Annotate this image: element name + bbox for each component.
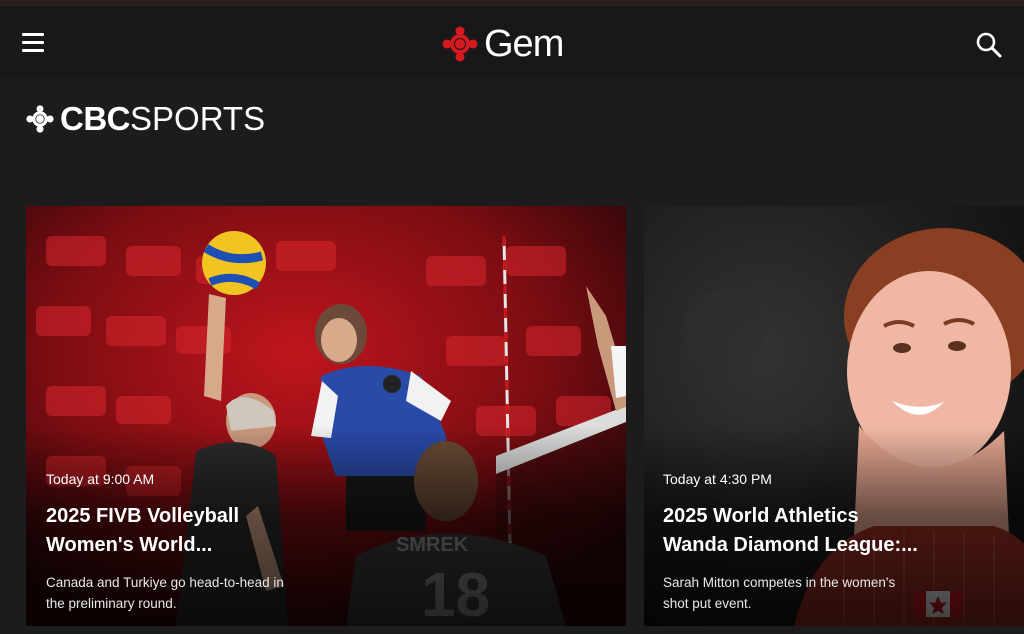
event-title[interactable]: 2025 FIVB Volleyball Women's World... (46, 502, 346, 560)
brand-sports-text: SPORTS (130, 100, 266, 137)
card-info: Today at 9:00 AM 2025 FIVB Volleyball Wo… (46, 470, 346, 614)
brand-cbc-text: CBC (60, 100, 131, 137)
gem-logo[interactable]: Gem (442, 20, 564, 68)
event-card-volleyball[interactable]: SMREK 18 Today at 9:00 AM 2025 FIVB Voll… (26, 206, 626, 626)
event-description-line1: Sarah Mitton competes in the women's (663, 575, 896, 590)
event-card-athletics[interactable]: Today at 4:30 PM 2025 World Athletics Wa… (644, 206, 1024, 626)
search-icon[interactable] (974, 30, 1004, 60)
hamburger-menu-icon[interactable] (20, 30, 50, 54)
cbc-sports-logo[interactable]: CBC SPORTS (26, 98, 265, 140)
event-title[interactable]: 2025 World Athletics Wanda Diamond Leagu… (663, 502, 963, 560)
event-description: Sarah Mitton competes in the women's sho… (663, 572, 963, 614)
cbc-gem-white-icon (26, 105, 54, 133)
event-title-line1: 2025 FIVB Volleyball (46, 505, 240, 527)
event-description-line1: Canada and Turkiye go head-to-head in (46, 575, 284, 590)
event-title-line2: Wanda Diamond League:... (663, 534, 918, 556)
event-description: Canada and Turkiye go head-to-head in th… (46, 572, 346, 614)
event-title-line2: Women's World... (46, 534, 213, 556)
event-title-line1: 2025 World Athletics (663, 505, 859, 527)
event-time: Today at 9:00 AM (46, 471, 155, 487)
event-description-line2: shot put event. (663, 596, 752, 611)
top-header: Gem (0, 6, 1024, 78)
event-time: Today at 4:30 PM (663, 471, 772, 487)
cbc-gem-logo-icon (442, 26, 478, 62)
app-name: Gem (484, 23, 564, 65)
event-description-line2: the preliminary round. (46, 596, 177, 611)
card-info: Today at 4:30 PM 2025 World Athletics Wa… (663, 470, 963, 614)
